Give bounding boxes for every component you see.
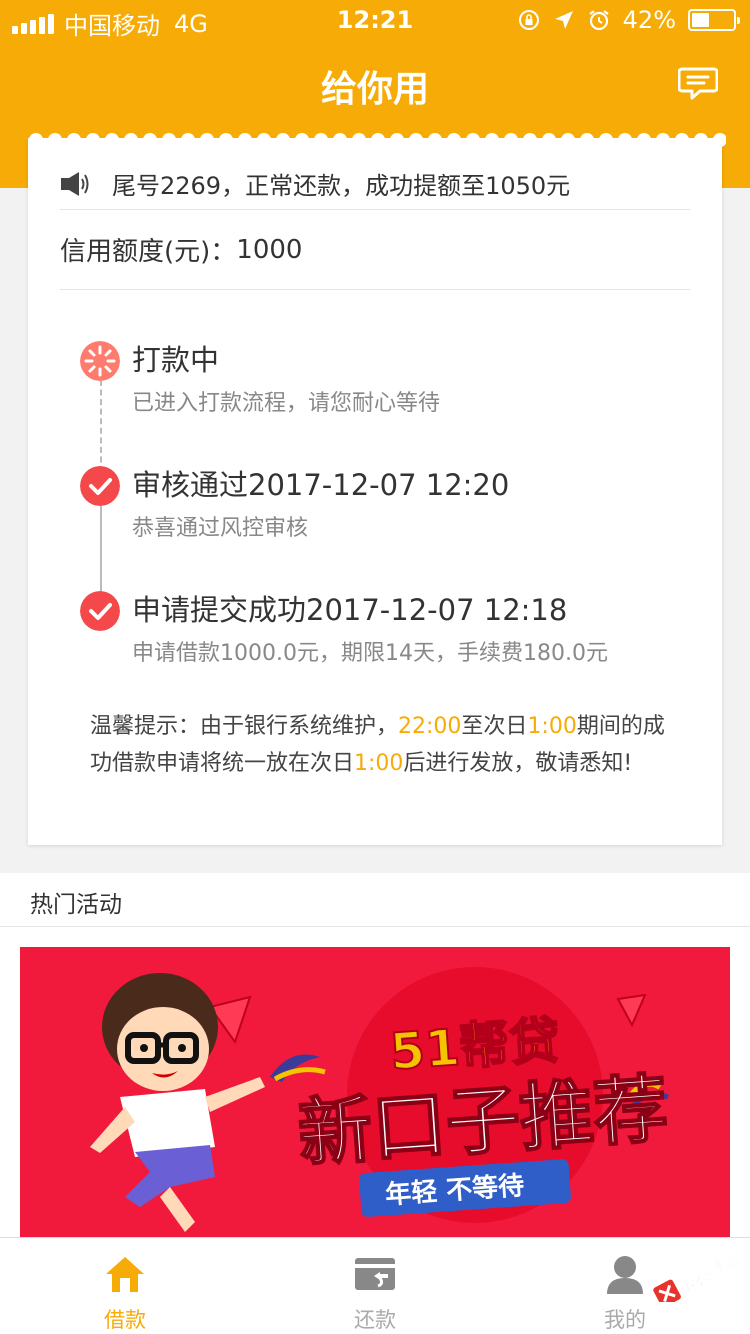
credit-value: 1000 [236,234,303,265]
rotation-lock-icon [518,10,539,30]
check-icon [80,591,120,631]
banner-brand: 51帮贷 [388,1011,561,1081]
tip-text: 至次日 [461,714,528,739]
promo-banner-art: 51帮贷 新口子推荐 年轻 不等待 [20,947,730,1237]
loan-status-card: 尾号2269，正常还款，成功提额至1050元 信用额度(元)： 1000 打款中… [28,140,722,845]
page-title: 给你用 [320,69,429,110]
tip-text: 温馨提示：由于银行系统维护， [90,714,399,739]
tab-label: 借款 [104,1308,146,1332]
tab-label: 我的 [604,1308,646,1332]
credit-limit: 信用额度(元)： 1000 [60,210,690,290]
user-icon [607,1256,643,1294]
tab-repay[interactable]: 还款 [250,1238,500,1334]
tip-text: 后进行发放，敬请悉知! [403,751,633,776]
chat-bubble-icon[interactable] [678,66,718,100]
battery-percent: 42% [622,6,676,34]
battery-fill [692,13,709,27]
credit-label: 信用额度(元)： [60,237,237,267]
status-bar: 中国移动 4G 12:21 42% [0,0,750,40]
promo-banner[interactable]: 51帮贷 新口子推荐 年轻 不等待 [20,947,730,1237]
speaker-icon [61,171,89,196]
tip-time-highlight: 1:00 [527,714,577,739]
alarm-icon [588,10,609,31]
location-icon [554,11,573,29]
notice-bar: 尾号2269，正常还款，成功提额至1050元 [60,162,690,210]
home-icon [106,1257,144,1292]
svg-text:卡农社区: 卡农社区 [675,1252,745,1299]
repay-card-icon [355,1258,395,1290]
notice-text: 尾号2269，正常还款，成功提额至1050元 [112,172,571,200]
step-title: 打款中 [132,343,220,377]
step-title: 申请提交成功2017-12-07 12:18 [132,593,568,627]
check-icon [80,466,120,506]
community-watermark-logo: 卡农社区 [653,1252,745,1302]
step-desc: 申请借款1000.0元，期限14天，手续费180.0元 [132,641,608,666]
battery-icon [688,9,740,31]
step-desc: 已进入打款流程，请您耐心等待 [132,391,441,416]
warm-tip: 温馨提示：由于银行系统维护，22:00至次日1:00期间的成功借款申请将统一放在… [90,708,670,782]
tip-time-highlight: 1:00 [354,751,404,776]
tab-label: 还款 [354,1308,396,1332]
processing-icon [80,341,120,381]
bottom-tab-bar: 借款 还款 我的 [0,1237,750,1334]
step-desc: 恭喜通过风控审核 [132,516,309,541]
section-title: 热门活动 [30,892,122,918]
step-title: 审核通过2017-12-07 12:20 [132,468,510,502]
card-scallop-edge [28,133,726,150]
hot-activity-header: 热门活动 [0,873,750,927]
timeline-connector-pending [100,380,102,472]
tab-borrow[interactable]: 借款 [0,1238,250,1334]
tip-time-highlight: 22:00 [398,714,462,739]
